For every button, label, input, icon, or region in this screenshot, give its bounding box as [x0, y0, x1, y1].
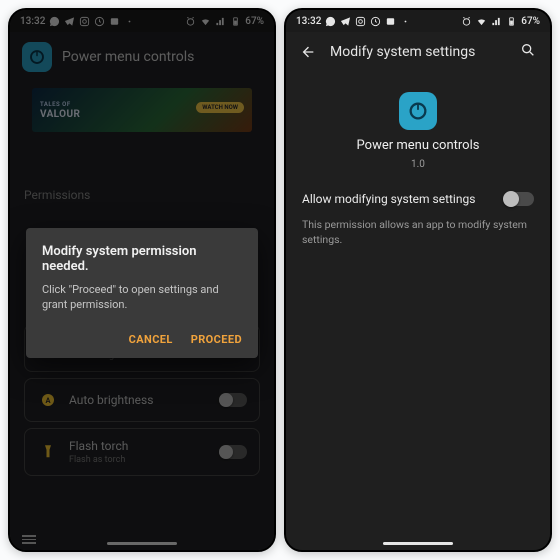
back-button[interactable] [300, 44, 316, 60]
phone-right: 13:32 67% Modify system settings Powe [284, 8, 552, 552]
wifi-icon [200, 16, 211, 27]
permission-dialog: Modify system permission needed. Click "… [26, 228, 258, 358]
alarm-icon [461, 16, 472, 27]
image-icon [385, 16, 396, 27]
pending-icon [94, 16, 105, 27]
nav-pill[interactable] [107, 542, 177, 545]
perm-card-auto-brightness[interactable]: A Auto brightness [24, 378, 260, 422]
whatsapp-icon [325, 16, 336, 27]
hamburger-icon[interactable] [22, 535, 36, 544]
allow-modify-toggle[interactable] [504, 192, 534, 206]
app-logo-icon [22, 42, 52, 72]
toolbar-title: Modify system settings [330, 44, 506, 60]
signal-icon [215, 16, 226, 27]
status-bar: 13:32 67% [10, 10, 274, 32]
setting-label: Allow modifying system settings [302, 192, 475, 206]
app-info-block: Power menu controls 1.0 [286, 92, 550, 170]
setting-description: This permission allows an app to modify … [286, 214, 550, 251]
perm-toggle[interactable] [219, 393, 247, 407]
app-topbar: Power menu controls [10, 32, 274, 82]
permissions-header: Permissions [10, 178, 274, 208]
wifi-icon [476, 16, 487, 27]
perm-title: Auto brightness [69, 393, 209, 407]
alarm-icon [185, 16, 196, 27]
app-title: Power menu controls [62, 49, 194, 65]
telegram-icon [64, 16, 75, 27]
dialog-body: Click "Proceed" to open settings and gra… [42, 282, 242, 313]
perm-toggle[interactable] [219, 445, 247, 459]
ad-banner[interactable]: TALES OF VALOUR WATCH NOW [32, 88, 252, 132]
instagram-icon [355, 16, 366, 27]
pending-icon [370, 16, 381, 27]
telegram-icon [340, 16, 351, 27]
proceed-button[interactable]: PROCEED [191, 333, 242, 346]
nav-pill[interactable] [383, 542, 453, 545]
status-battery: 67% [521, 16, 540, 27]
app-name: Power menu controls [357, 138, 480, 153]
settings-screen: Modify system settings Power menu contro… [286, 32, 550, 550]
dialog-title: Modify system permission needed. [42, 244, 242, 274]
app-version: 1.0 [411, 159, 425, 170]
perm-title: Flash torch [69, 439, 209, 453]
ad-cta-button[interactable]: WATCH NOW [196, 102, 244, 113]
ad-title: VALOUR [40, 109, 80, 120]
cancel-button[interactable]: CANCEL [129, 333, 173, 346]
phone-left: 13:32 67% Power menu controls TALES OF [8, 8, 276, 552]
perm-subtitle: Flash as torch [69, 455, 209, 465]
whatsapp-icon [49, 16, 60, 27]
settings-toolbar: Modify system settings [286, 32, 550, 72]
dot-icon [400, 16, 411, 27]
instagram-icon [79, 16, 90, 27]
allow-modify-row[interactable]: Allow modifying system settings [286, 170, 550, 214]
torch-icon [37, 441, 59, 463]
auto-brightness-icon: A [37, 389, 59, 411]
app-icon [399, 92, 437, 130]
perm-card-flash[interactable]: Flash torch Flash as torch [24, 428, 260, 476]
status-battery: 67% [245, 16, 264, 27]
battery-icon [230, 16, 241, 27]
search-button[interactable] [520, 42, 536, 62]
ad-subtitle: TALES OF [40, 101, 80, 108]
status-time: 13:32 [296, 16, 321, 27]
battery-icon [506, 16, 517, 27]
status-time: 13:32 [20, 16, 45, 27]
status-bar: 13:32 67% [286, 10, 550, 32]
dot-icon [124, 16, 135, 27]
signal-icon [491, 16, 502, 27]
image-icon [109, 16, 120, 27]
